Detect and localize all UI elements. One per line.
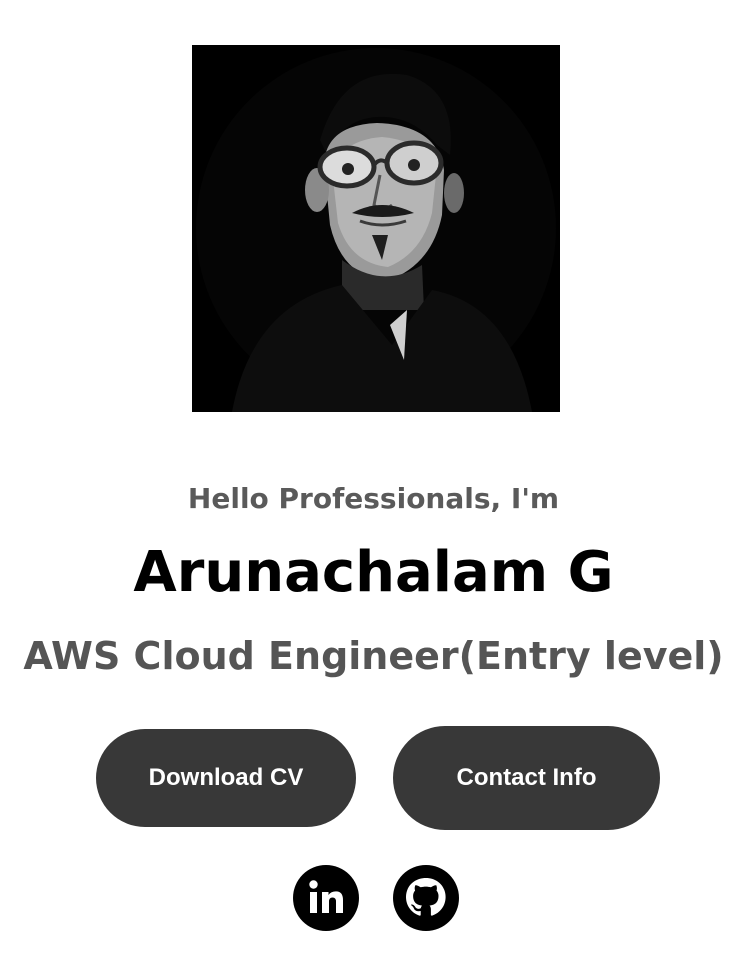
- linkedin-link[interactable]: [292, 864, 360, 932]
- linkedin-icon: [293, 865, 359, 931]
- github-link[interactable]: [392, 864, 460, 932]
- download-cv-label: Download CV: [148, 764, 304, 791]
- profile-photo: [192, 45, 560, 412]
- contact-info-button[interactable]: Contact Info: [393, 726, 660, 830]
- github-icon: [393, 865, 459, 931]
- profile-role: AWS Cloud Engineer(Entry level): [23, 634, 724, 678]
- greeting-text: Hello Professionals, I'm: [187, 482, 560, 515]
- profile-name: Arunachalam G: [133, 540, 614, 605]
- contact-info-label: Contact Info: [456, 764, 597, 791]
- download-cv-button[interactable]: Download CV: [96, 729, 356, 827]
